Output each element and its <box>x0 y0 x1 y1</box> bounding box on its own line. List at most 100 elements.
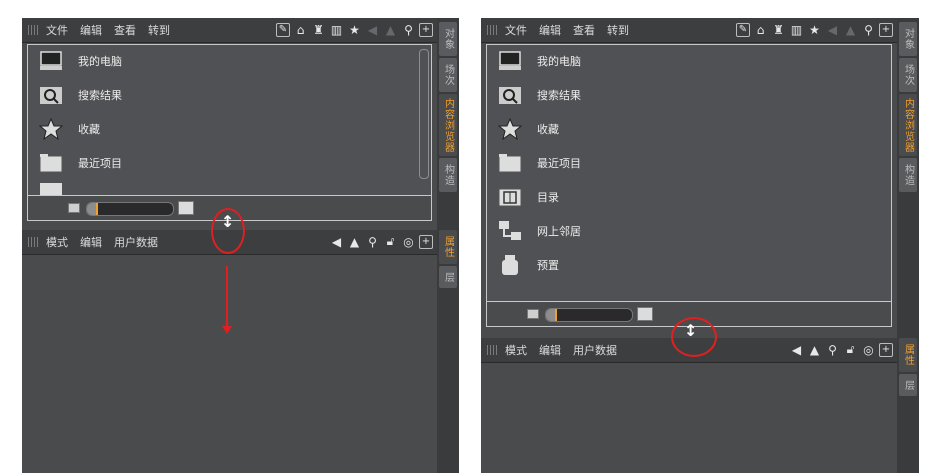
menu-goto[interactable]: 转到 <box>148 22 170 38</box>
tab-layers[interactable]: 层 <box>439 266 457 288</box>
list-item-label: 搜索结果 <box>537 89 581 102</box>
new-panel-icon[interactable]: + <box>879 22 893 37</box>
menu-file[interactable]: 文件 <box>46 22 68 38</box>
bottle-icon[interactable]: ♜ <box>771 22 786 37</box>
up-icon[interactable]: ▲ <box>843 22 858 37</box>
up-icon[interactable]: ▲ <box>807 342 822 357</box>
lock-icon[interactable]: 🔓︎ <box>383 234 398 249</box>
new-panel-icon[interactable]: + <box>419 234 433 249</box>
tab-attributes[interactable]: 属性 <box>439 230 457 264</box>
lock-icon[interactable]: 🔓︎ <box>843 342 858 357</box>
list-item-label: 最近项目 <box>78 157 122 170</box>
menu-goto[interactable]: 转到 <box>607 22 629 38</box>
tab-build[interactable]: 构造 <box>439 158 457 192</box>
up-icon[interactable]: ▲ <box>383 22 398 37</box>
menu-attr-edit[interactable]: 编辑 <box>539 342 561 358</box>
menu-user-data[interactable]: 用户数据 <box>573 342 617 358</box>
folder-icon <box>38 151 64 175</box>
menu-edit[interactable]: 编辑 <box>80 22 102 38</box>
list-item[interactable]: 网上邻居 <box>497 219 581 243</box>
search-icon[interactable]: ⚲ <box>825 342 840 357</box>
drag-grip-icon[interactable] <box>487 345 499 355</box>
thumbnail-size-slider[interactable] <box>86 202 174 216</box>
list-item-label: 我的电脑 <box>537 55 581 68</box>
home-icon[interactable]: ⌂ <box>293 22 308 37</box>
edit-icon[interactable]: ✎ <box>276 22 290 37</box>
slider-handle[interactable] <box>96 203 98 215</box>
list-item[interactable]: 最近项目 <box>38 151 122 175</box>
favorite-icon[interactable]: ★ <box>807 22 822 37</box>
menu-view[interactable]: 查看 <box>114 22 136 38</box>
list-scrollbar[interactable] <box>419 49 429 179</box>
menu-user-data[interactable]: 用户数据 <box>114 234 158 250</box>
back-icon[interactable]: ◀ <box>789 342 804 357</box>
tab-scene[interactable]: 场次 <box>439 58 457 92</box>
slider-handle[interactable] <box>555 309 557 321</box>
browser-toolbar-icons: ✎ ⌂ ♜ ▥ ★ ◀ ▲ ⚲ + <box>736 22 893 37</box>
tab-attributes[interactable]: 属性 <box>899 338 917 372</box>
bottle-icon[interactable]: ♜ <box>311 22 326 37</box>
tab-content-browser[interactable]: 内容浏览器 <box>439 94 457 156</box>
list-item[interactable]: 收藏 <box>497 117 559 141</box>
list-item-label: 预置 <box>537 259 559 272</box>
list-item-label: 目录 <box>537 191 559 204</box>
list-item[interactable]: 搜索结果 <box>497 83 581 107</box>
new-panel-icon[interactable]: + <box>419 22 433 37</box>
back-icon[interactable]: ◀ <box>825 22 840 37</box>
home-icon[interactable]: ⌂ <box>753 22 768 37</box>
drag-grip-icon[interactable] <box>487 25 499 35</box>
list-item[interactable]: 我的电脑 <box>38 49 122 73</box>
target-icon[interactable]: ◎ <box>401 234 416 249</box>
back-icon[interactable]: ◀ <box>329 234 344 249</box>
favorite-icon[interactable]: ★ <box>347 22 362 37</box>
tab-objects[interactable]: 对象 <box>439 22 457 56</box>
tab-objects[interactable]: 对象 <box>899 22 917 56</box>
list-item-label: 搜索结果 <box>78 89 122 102</box>
list-item-label: 最近项目 <box>537 157 581 170</box>
list-item-partial <box>38 183 78 195</box>
menu-file[interactable]: 文件 <box>505 22 527 38</box>
list-item[interactable]: 预置 <box>497 253 559 277</box>
up-icon[interactable]: ▲ <box>347 234 362 249</box>
browser-list: 我的电脑 搜索结果 收藏 最近项目 <box>27 44 432 196</box>
menu-view[interactable]: 查看 <box>573 22 595 38</box>
large-thumb-icon[interactable] <box>178 201 194 215</box>
edit-icon[interactable]: ✎ <box>736 22 750 37</box>
annotation-arrow-head-icon <box>222 326 232 334</box>
resize-cursor-icon: ↕ <box>684 321 698 340</box>
book-icon[interactable]: ▥ <box>789 22 804 37</box>
book-icon[interactable]: ▥ <box>329 22 344 37</box>
menu-edit[interactable]: 编辑 <box>539 22 561 38</box>
menu-mode[interactable]: 模式 <box>46 234 68 250</box>
search-icon[interactable]: ⚲ <box>365 234 380 249</box>
new-panel-icon[interactable]: + <box>879 342 893 357</box>
thumbnail-size-slider[interactable] <box>545 308 633 322</box>
drag-grip-icon[interactable] <box>28 237 40 247</box>
presets-icon <box>497 253 523 277</box>
list-item[interactable]: 收藏 <box>38 117 100 141</box>
tab-content-browser[interactable]: 内容浏览器 <box>899 94 917 156</box>
network-icon <box>497 219 523 243</box>
small-thumb-icon[interactable] <box>527 309 539 319</box>
target-icon[interactable]: ◎ <box>861 342 876 357</box>
drag-grip-icon[interactable] <box>28 25 40 35</box>
list-item[interactable]: 目录 <box>497 185 559 209</box>
tab-layers[interactable]: 层 <box>899 374 917 396</box>
list-item-label: 收藏 <box>537 123 559 136</box>
large-thumb-icon[interactable] <box>637 307 653 321</box>
back-icon[interactable]: ◀ <box>365 22 380 37</box>
attributes-toolbar-icons: ◀ ▲ ⚲ 🔓︎ ◎ + <box>789 342 893 357</box>
tab-build[interactable]: 构造 <box>899 158 917 192</box>
list-item[interactable]: 最近项目 <box>497 151 581 175</box>
search-results-icon <box>38 83 64 107</box>
list-item[interactable]: 搜索结果 <box>38 83 122 107</box>
list-item[interactable]: 我的电脑 <box>497 49 581 73</box>
search-icon[interactable]: ⚲ <box>401 22 416 37</box>
search-icon[interactable]: ⚲ <box>861 22 876 37</box>
menu-mode[interactable]: 模式 <box>505 342 527 358</box>
browser-toolbar: 文件 编辑 查看 转到 ✎ ⌂ ♜ ▥ ★ ◀ ▲ ⚲ + <box>481 18 897 43</box>
tab-scene[interactable]: 场次 <box>899 58 917 92</box>
catalog-icon <box>38 183 64 195</box>
small-thumb-icon[interactable] <box>68 203 80 213</box>
menu-attr-edit[interactable]: 编辑 <box>80 234 102 250</box>
